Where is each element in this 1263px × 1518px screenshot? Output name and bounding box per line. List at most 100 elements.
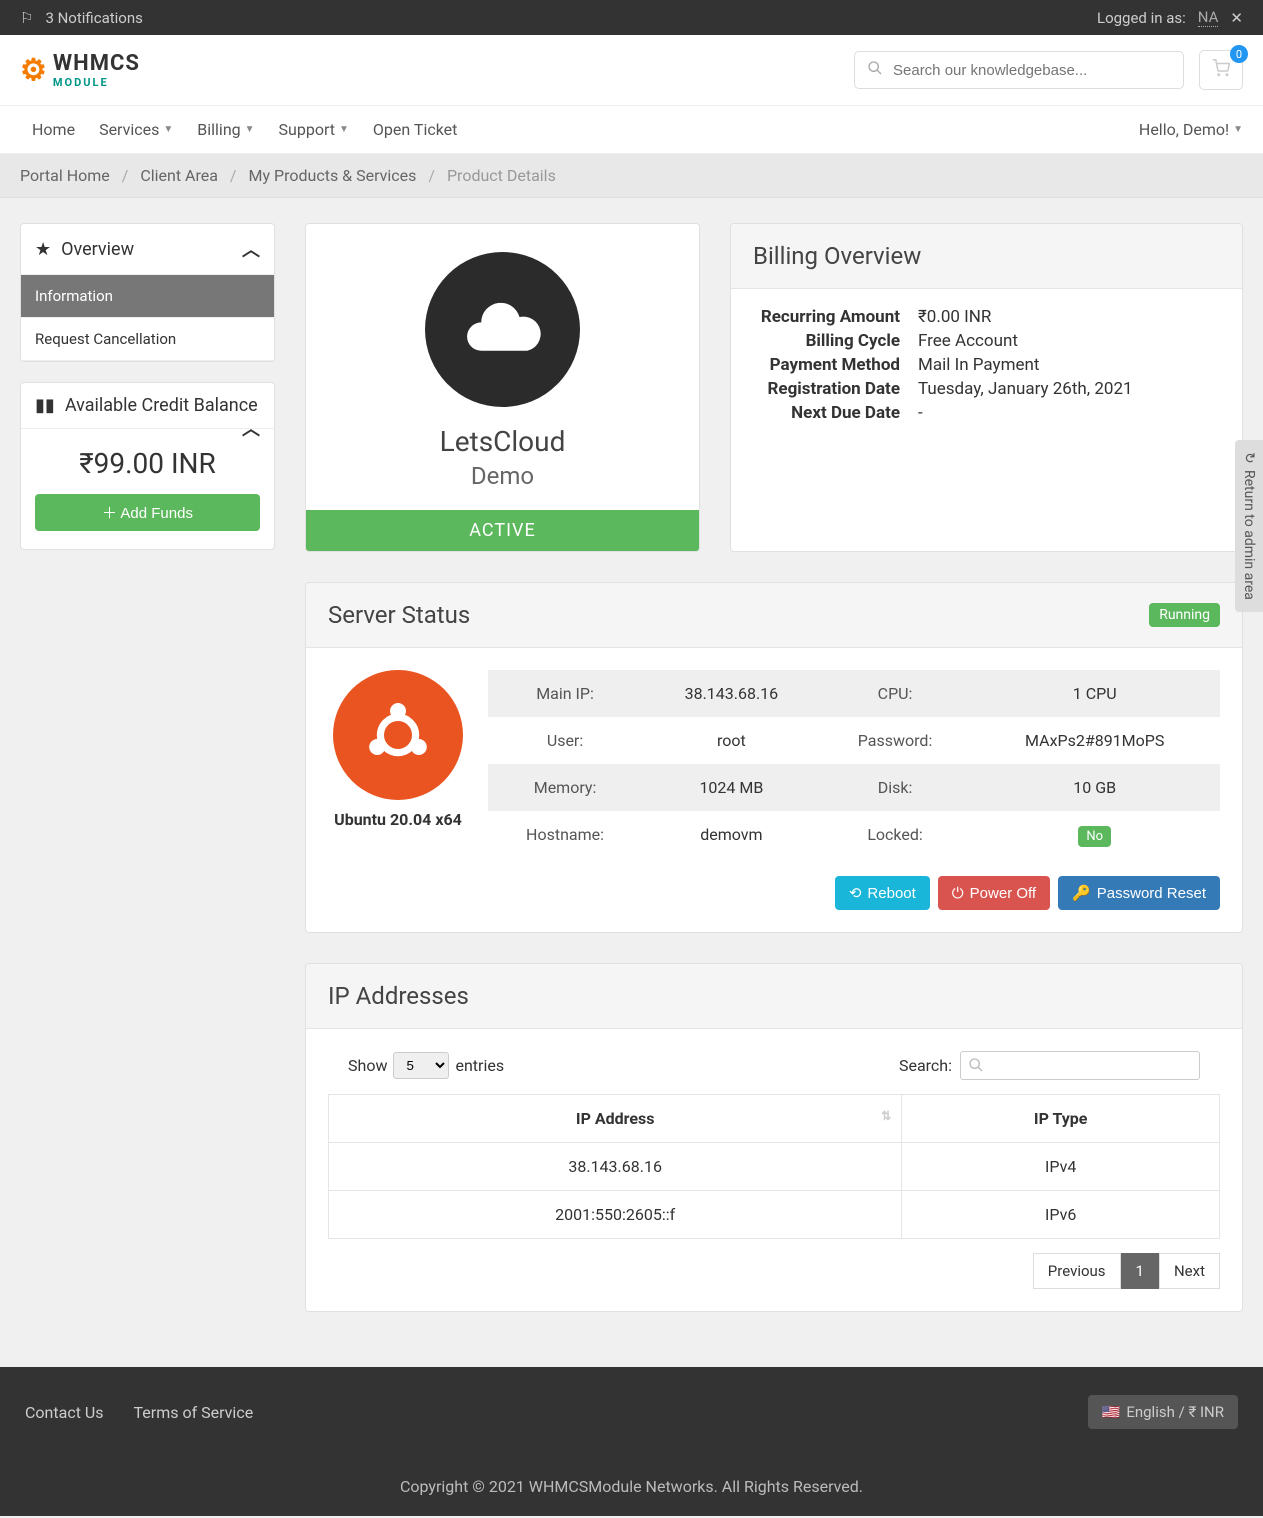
poweroff-button[interactable]: ⏻ Power Off [938,876,1050,910]
nav-user-menu[interactable]: Hello, Demo! ▼ [1139,106,1243,153]
overview-header[interactable]: ★ Overview ︿ [21,224,274,275]
billing-label: Recurring Amount [753,307,918,327]
password-reset-button[interactable]: 🔑 Password Reset [1058,876,1220,910]
chevron-down-icon: ▼ [245,124,255,135]
search-icon [968,1057,984,1077]
credit-header[interactable]: ▮▮ Available Credit Balance ︿ [21,383,274,429]
product-status: ACTIVE [306,510,699,551]
cloud-icon [425,252,580,407]
table-row: 2001:550:2605::f IPv6 [329,1191,1220,1239]
cart-icon [1212,62,1230,81]
table-row: 38.143.68.16 IPv4 [329,1143,1220,1191]
overview-panel: ★ Overview ︿ Information Request Cancell… [20,223,275,362]
language-button[interactable]: 🇺🇸 English / ₹ INR [1088,1395,1238,1429]
sidebar: ★ Overview ︿ Information Request Cancell… [20,223,275,570]
ip-type-cell: IPv4 [902,1143,1220,1191]
breadcrumb-item[interactable]: My Products & Services [249,166,417,185]
info-label: Memory: [488,764,642,811]
search-input[interactable] [893,62,1171,79]
star-icon: ★ [35,239,51,260]
add-funds-button[interactable]: ＋ Add Funds [35,494,260,531]
ip-type-cell: IPv6 [902,1191,1220,1239]
next-page[interactable]: Next [1159,1253,1220,1289]
cart-badge: 0 [1230,45,1248,63]
reboot-button[interactable]: ⟲ Reboot [835,876,930,910]
page-number[interactable]: 1 [1121,1253,1159,1289]
logged-in-user[interactable]: NA [1198,8,1219,27]
server-info-table: Main IP: 38.143.68.16 CPU: 1 CPU User: r… [488,670,1220,910]
refresh-icon: ⟲ [849,884,862,902]
billing-value: ₹0.00 INR [918,307,1220,327]
info-value-password: MAxPs2#891MoPS [969,717,1220,764]
footer-terms[interactable]: Terms of Service [134,1403,254,1422]
ip-addresses-card: IP Addresses Show 5 entries Search: [305,963,1243,1312]
info-label: Locked: [821,811,970,858]
billing-value: Mail In Payment [918,355,1220,375]
nav-open-ticket[interactable]: Open Ticket [361,106,469,153]
info-label: Disk: [821,764,970,811]
return-admin-tab[interactable]: ↻ Return to admin area [1235,440,1263,612]
search-box[interactable] [854,51,1184,89]
logged-in-label: Logged in as: [1097,9,1186,27]
os-name: Ubuntu 20.04 x64 [328,810,468,829]
sort-icon: ⇅ [881,1109,891,1123]
ip-title: IP Addresses [306,964,1242,1029]
chevron-down-icon: ▼ [1233,124,1243,135]
sidebar-item-cancellation[interactable]: Request Cancellation [21,318,274,361]
cart-button[interactable]: 0 [1199,50,1243,90]
column-ip-address[interactable]: IP Address⇅ [329,1095,902,1143]
info-value-memory: 1024 MB [642,764,821,811]
search-icon [867,60,883,80]
copyright: Copyright © 2021 WHMCSModule Networks. A… [0,1457,1263,1516]
nav-services[interactable]: Services ▼ [87,106,185,153]
sidebar-item-information[interactable]: Information [21,275,274,318]
key-icon: 🔑 [1072,884,1091,902]
money-icon: ▮▮ [35,395,55,416]
ip-search-input[interactable] [960,1051,1200,1080]
info-value-disk: 10 GB [969,764,1220,811]
billing-value: Free Account [918,331,1220,351]
info-label: CPU: [821,670,970,717]
plus-icon: ＋ [102,505,117,522]
flag-icon: ⚐ [20,9,33,27]
notifications-link[interactable]: 3 Notifications [45,9,142,27]
navbar: Home Services ▼ Billing ▼ Support ▼ Open… [0,105,1263,154]
entries-select[interactable]: 5 [393,1052,449,1079]
billing-value: - [918,403,1220,423]
ip-table: IP Address⇅ IP Type 38.143.68.16 IPv4 20… [328,1094,1220,1239]
breadcrumb-current: Product Details [447,166,556,185]
info-value-ip: 38.143.68.16 [642,670,821,717]
rotate-icon: ↻ [1241,452,1257,464]
pagination: Previous 1 Next [328,1253,1220,1289]
billing-card: Billing Overview Recurring Amount₹0.00 I… [730,223,1243,552]
nav-support[interactable]: Support ▼ [267,106,361,153]
shuffle-icon[interactable]: ✕ [1230,9,1243,27]
product-group: Demo [326,462,679,490]
column-ip-type[interactable]: IP Type [902,1095,1220,1143]
server-status-card: Server Status Running Ubuntu 20.04 x64 M… [305,582,1243,933]
breadcrumb-item[interactable]: Client Area [140,166,218,185]
prev-page[interactable]: Previous [1033,1253,1121,1289]
logo[interactable]: ⚙ WHMCS MODULE [20,51,140,89]
power-icon: ⏻ [952,885,964,902]
footer-contact[interactable]: Contact Us [25,1403,104,1422]
info-label: User: [488,717,642,764]
flag-icon: 🇺🇸 [1102,1403,1121,1421]
breadcrumb-item[interactable]: Portal Home [20,166,110,185]
nav-home[interactable]: Home [20,106,87,153]
billing-label: Billing Cycle [753,331,918,351]
info-value-cpu: 1 CPU [969,670,1220,717]
billing-label: Registration Date [753,379,918,399]
search-label: Search: [899,1056,952,1075]
info-label: Password: [821,717,970,764]
ip-cell: 38.143.68.16 [329,1143,902,1191]
info-value-user: root [642,717,821,764]
show-label: Show [348,1056,387,1075]
server-status-badge: Running [1149,603,1220,627]
product-name: LetsCloud [326,425,679,458]
chevron-down-icon: ▼ [339,124,349,135]
gear-icon: ⚙ [20,53,47,88]
billing-title: Billing Overview [731,224,1242,289]
nav-billing[interactable]: Billing ▼ [185,106,266,153]
credit-amount: ₹99.00 INR [35,447,260,480]
